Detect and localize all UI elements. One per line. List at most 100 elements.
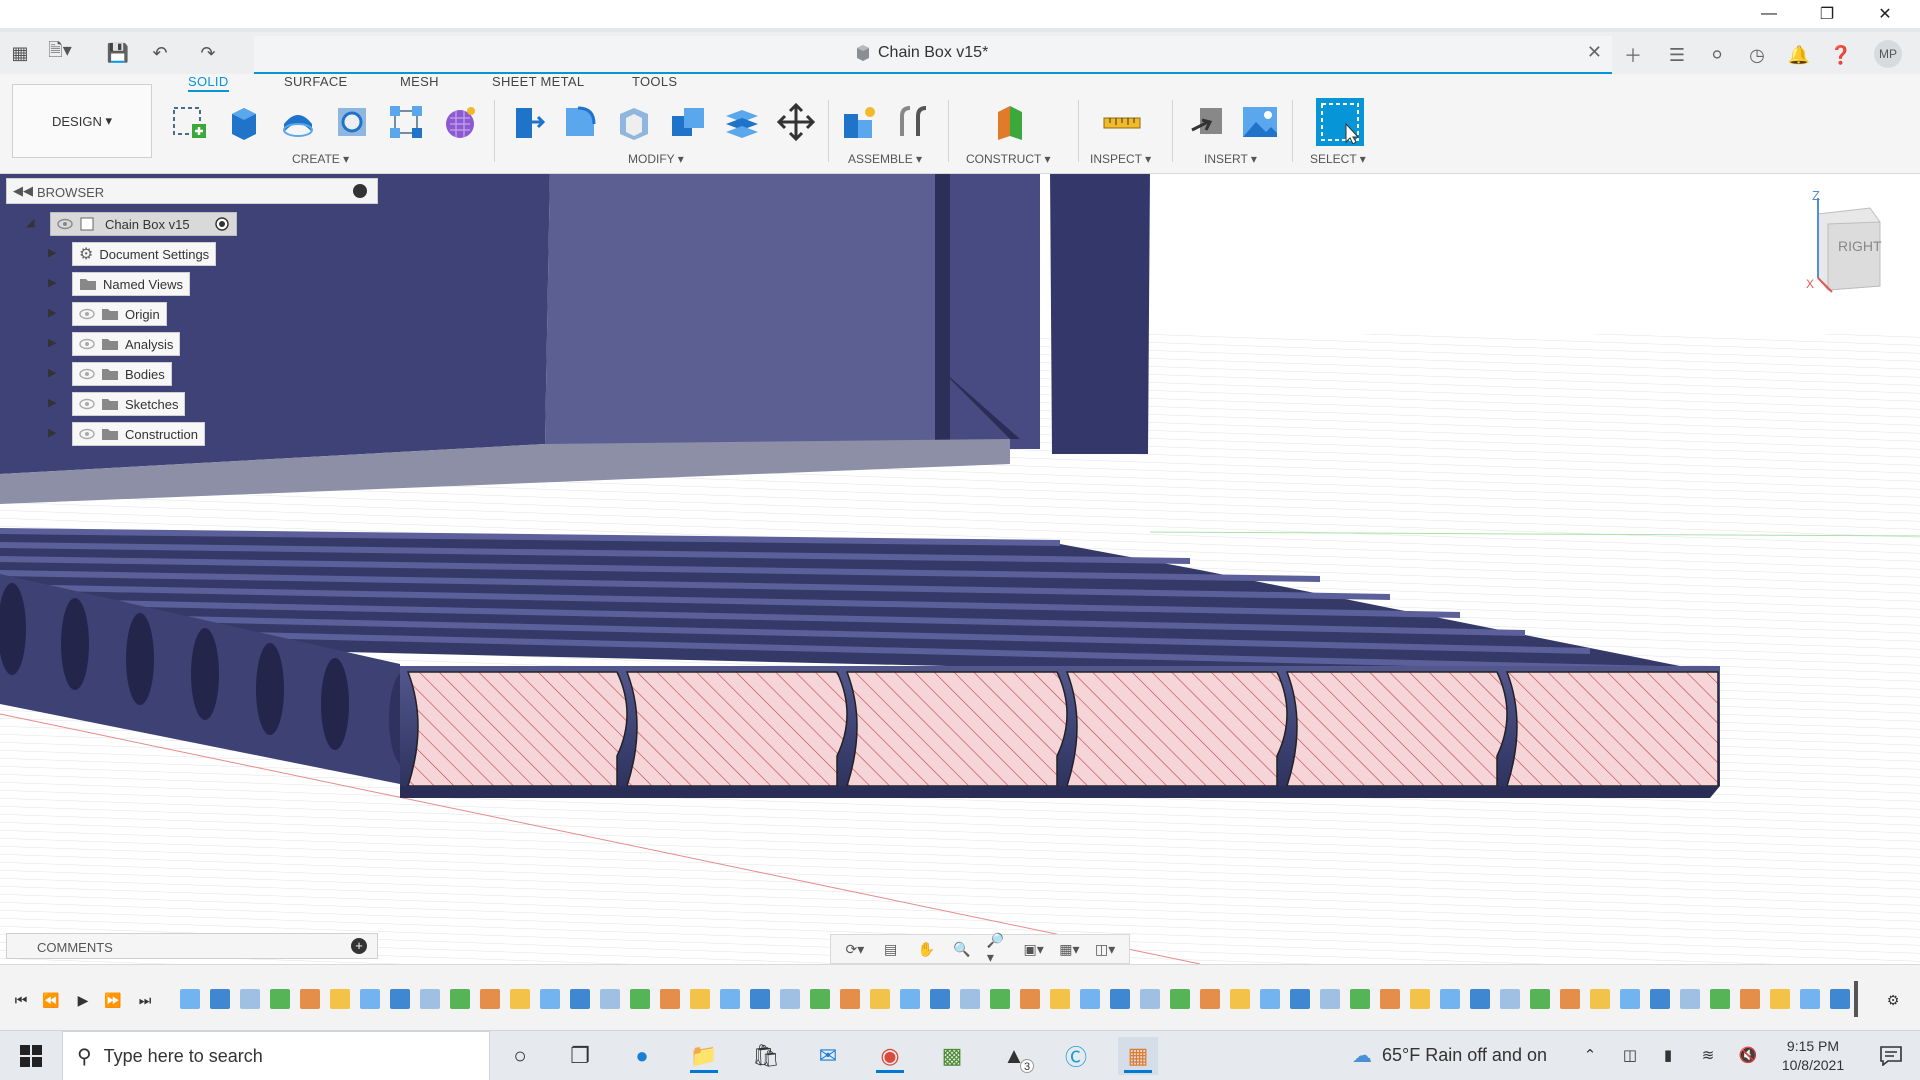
new-component-tool[interactable] bbox=[838, 100, 882, 144]
timeline-feature-icon[interactable] bbox=[810, 989, 830, 1009]
form-tool[interactable] bbox=[438, 100, 482, 144]
tree-item-origin[interactable]: ▶ Origin bbox=[0, 300, 380, 326]
shell-tool[interactable] bbox=[612, 100, 656, 144]
weather-widget[interactable]: ☁ 65°F Rain off and on bbox=[1352, 1043, 1547, 1068]
timeline-feature-icon[interactable] bbox=[1590, 989, 1610, 1009]
timeline-feature-icon[interactable] bbox=[1740, 989, 1760, 1009]
timeline-feature-icon[interactable] bbox=[1080, 989, 1100, 1009]
combine-tool[interactable] bbox=[666, 100, 710, 144]
timeline-feature-icon[interactable] bbox=[1260, 989, 1280, 1009]
timeline-feature-icon[interactable] bbox=[1440, 989, 1460, 1009]
joint-tool[interactable] bbox=[892, 100, 936, 144]
zoom-icon[interactable]: 🔍 bbox=[951, 938, 973, 960]
offset-face-tool[interactable] bbox=[720, 100, 764, 144]
tree-root[interactable]: ◢ Chain Box v15 bbox=[0, 210, 380, 236]
tree-item-label[interactable]: Named Views bbox=[72, 272, 190, 296]
chevron-right-icon[interactable]: ▶ bbox=[48, 426, 62, 440]
file-explorer-icon[interactable]: 📁 bbox=[684, 1037, 724, 1075]
tree-item-construction[interactable]: ▶ Construction bbox=[0, 420, 380, 446]
timeline-feature-icon[interactable] bbox=[1530, 989, 1550, 1009]
save-icon[interactable]: 💾 bbox=[104, 40, 132, 66]
construct-group-label[interactable]: CONSTRUCT ▾ bbox=[966, 152, 1050, 166]
select-tool[interactable] bbox=[1316, 98, 1364, 146]
look-at-icon[interactable]: ▤ bbox=[880, 938, 902, 960]
timeline-feature-icon[interactable] bbox=[1830, 989, 1850, 1009]
skip-to-start-icon[interactable]: ⏮ bbox=[10, 989, 32, 1011]
timeline-feature-icon[interactable] bbox=[660, 989, 680, 1009]
viewcube[interactable]: RIGHT Z X bbox=[1806, 188, 1882, 293]
timeline-feature-icon[interactable] bbox=[1800, 989, 1820, 1009]
assemble-group-label[interactable]: ASSEMBLE ▾ bbox=[848, 152, 922, 166]
timeline-feature-icon[interactable] bbox=[270, 989, 290, 1009]
browser-pin-icon[interactable] bbox=[353, 184, 367, 198]
mail-icon[interactable]: ✉ bbox=[808, 1037, 848, 1075]
start-button[interactable] bbox=[0, 1031, 62, 1080]
step-forward-icon[interactable]: ⏩ bbox=[102, 989, 124, 1011]
task-view-icon[interactable]: ❐ bbox=[560, 1037, 600, 1075]
timeline-feature-icon[interactable] bbox=[720, 989, 740, 1009]
timeline-feature-icon[interactable] bbox=[450, 989, 470, 1009]
visibility-eye-icon[interactable] bbox=[79, 368, 95, 380]
tree-item-sketches[interactable]: ▶ Sketches bbox=[0, 390, 380, 416]
timeline-feature-icon[interactable] bbox=[600, 989, 620, 1009]
timeline-feature-icon[interactable] bbox=[870, 989, 890, 1009]
select-group-label[interactable]: SELECT ▾ bbox=[1310, 152, 1366, 166]
modify-group-label[interactable]: MODIFY ▾ bbox=[628, 152, 684, 166]
timeline-feature-icon[interactable] bbox=[750, 989, 770, 1009]
tree-item-label[interactable]: Bodies bbox=[72, 362, 172, 386]
close-window-button[interactable]: ✕ bbox=[1856, 0, 1914, 28]
collapse-browser-icon[interactable]: ◀◀ bbox=[13, 183, 33, 199]
timeline-feature-icon[interactable] bbox=[1320, 989, 1340, 1009]
pattern-tool[interactable] bbox=[384, 100, 428, 144]
inspect-group-label[interactable]: INSPECT ▾ bbox=[1090, 152, 1151, 166]
skip-to-end-icon[interactable]: ⏭ bbox=[134, 989, 156, 1011]
fillet-tool[interactable] bbox=[558, 100, 602, 144]
new-tab-icon[interactable]: ＋ bbox=[1618, 40, 1648, 70]
insert-group-label[interactable]: INSERT ▾ bbox=[1204, 152, 1257, 166]
play-icon[interactable]: ▶ bbox=[72, 989, 94, 1011]
timeline-feature-icon[interactable] bbox=[690, 989, 710, 1009]
timeline-feature-icon[interactable] bbox=[1380, 989, 1400, 1009]
extensions-icon[interactable]: ⚪ bbox=[1702, 40, 1732, 70]
device-icon[interactable]: ◫ bbox=[1618, 1043, 1642, 1067]
fit-zoom-icon[interactable]: 🔎▾ bbox=[987, 932, 1009, 965]
measure-tool[interactable] bbox=[1100, 100, 1144, 144]
timeline-feature-icon[interactable] bbox=[1710, 989, 1730, 1009]
tree-item-label[interactable]: Analysis bbox=[72, 332, 181, 356]
timeline-feature-icon[interactable] bbox=[210, 989, 230, 1009]
close-tab-icon[interactable]: ✕ bbox=[1587, 42, 1602, 63]
undo-icon[interactable]: ↶ bbox=[146, 40, 174, 66]
timeline-feature-icon[interactable] bbox=[570, 989, 590, 1009]
timeline-feature-icon[interactable] bbox=[840, 989, 860, 1009]
display-settings-icon[interactable]: ▣▾ bbox=[1023, 938, 1045, 960]
timeline-feature-icon[interactable] bbox=[1500, 989, 1520, 1009]
chrome-icon[interactable]: ◉ bbox=[870, 1037, 910, 1075]
visibility-eye-icon[interactable] bbox=[79, 398, 95, 410]
add-comment-icon[interactable]: + bbox=[351, 938, 367, 954]
tree-item-label[interactable]: Sketches bbox=[72, 392, 186, 416]
tree-item-bodies[interactable]: ▶ Bodies bbox=[0, 360, 380, 386]
redo-icon[interactable]: ↷ bbox=[194, 40, 222, 66]
job-status-icon[interactable]: ◷ bbox=[1742, 40, 1772, 70]
timeline-feature-icon[interactable] bbox=[1050, 989, 1070, 1009]
timeline-feature-icon[interactable] bbox=[240, 989, 260, 1009]
taskbar-search-box[interactable]: ⚲ Type here to search bbox=[62, 1031, 490, 1080]
timeline-feature-icon[interactable] bbox=[1230, 989, 1250, 1009]
fusion360-icon[interactable]: ▦ bbox=[1118, 1037, 1158, 1075]
workspace-switcher-button[interactable]: DESIGN ▾ bbox=[12, 84, 152, 158]
tree-item-label[interactable]: Construction bbox=[72, 422, 205, 446]
timeline-feature-icon[interactable] bbox=[330, 989, 350, 1009]
comments-panel-header[interactable]: COMMENTS + bbox=[6, 933, 378, 959]
move-tool[interactable] bbox=[774, 100, 818, 144]
timeline-feature-icon[interactable] bbox=[360, 989, 380, 1009]
cura-icon[interactable]: ▲ 3 bbox=[994, 1037, 1034, 1075]
timeline-feature-icon[interactable] bbox=[540, 989, 560, 1009]
pan-hand-icon[interactable]: ✋ bbox=[915, 938, 937, 960]
step-back-icon[interactable]: ⏪ bbox=[40, 989, 62, 1011]
timeline-marker[interactable] bbox=[1854, 981, 1858, 1017]
chevron-right-icon[interactable]: ▶ bbox=[48, 276, 62, 290]
create-group-label[interactable]: CREATE ▾ bbox=[292, 152, 349, 166]
timeline-feature-icon[interactable] bbox=[630, 989, 650, 1009]
timeline-feature-icon[interactable] bbox=[1200, 989, 1220, 1009]
timeline-feature-icon[interactable] bbox=[1560, 989, 1580, 1009]
